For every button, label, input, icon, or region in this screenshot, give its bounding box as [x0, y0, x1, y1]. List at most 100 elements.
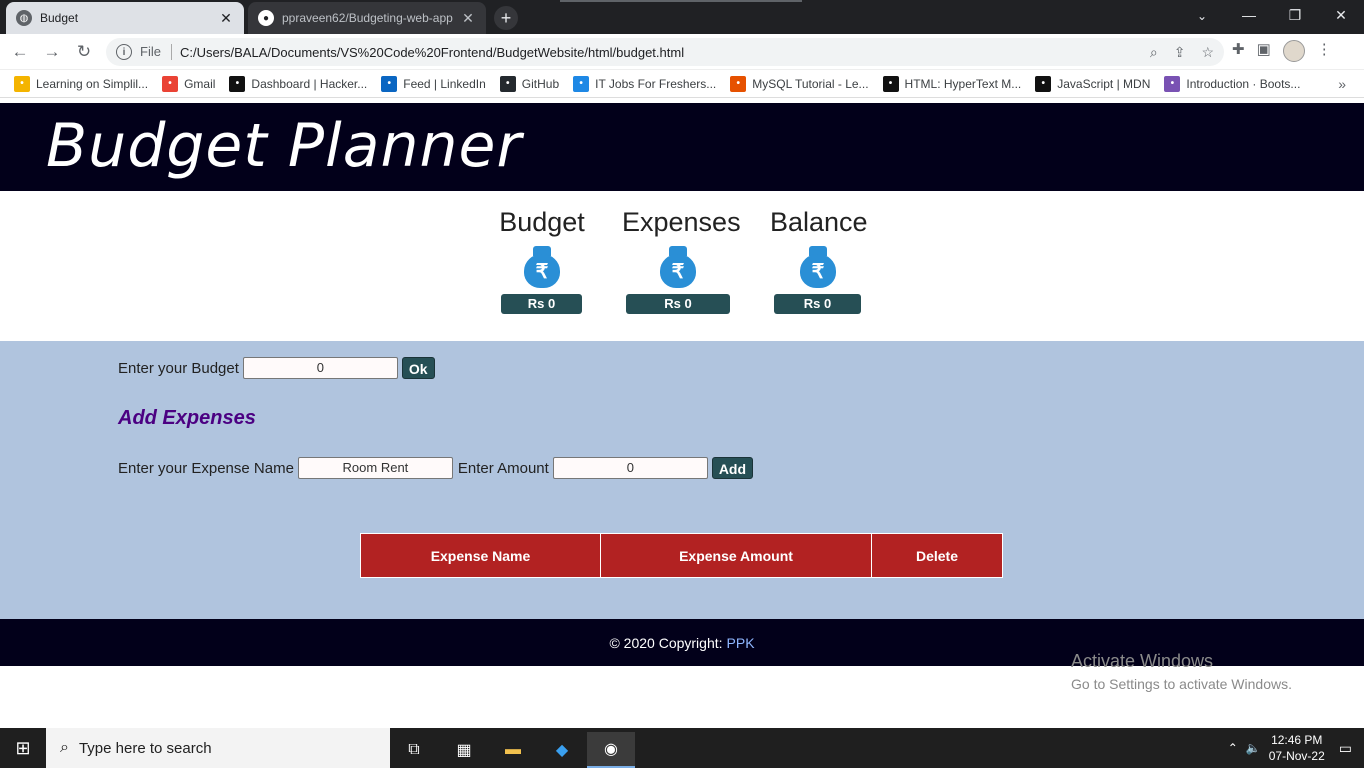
reload-button[interactable]: ↻: [72, 40, 96, 64]
tab-title: ppraveen62/Budgeting-web-app: [282, 11, 453, 25]
bookmark-item[interactable]: • Learning on Simplil...: [14, 75, 149, 92]
money-bag-icon: ₹: [800, 246, 836, 288]
menu-icon[interactable]: ⋮: [1317, 40, 1332, 62]
bookmark-item[interactable]: • JavaScript | MDN: [1035, 75, 1151, 92]
form-section: Enter your Budget 0 Ok Add Expenses Ente…: [0, 341, 1364, 619]
add-button[interactable]: Add: [711, 457, 754, 479]
vscode-icon[interactable]: ◆: [538, 732, 586, 768]
volume-icon[interactable]: 🔈: [1246, 741, 1261, 755]
jobs-icon: •: [573, 75, 590, 92]
zoom-icon[interactable]: ⌕: [1150, 44, 1158, 61]
bookmark-label: JavaScript | MDN: [1057, 76, 1151, 91]
forward-button[interactable]: →: [40, 40, 64, 64]
bookmark-item[interactable]: • GitHub: [499, 75, 559, 92]
expenses-amount: Rs 0: [626, 294, 730, 314]
taskbar-search[interactable]: ⌕ Type here to search: [46, 728, 390, 768]
clock[interactable]: 12:46 PM 07-Nov-22: [1269, 732, 1325, 764]
info-icon[interactable]: i: [116, 44, 132, 60]
summary-expenses: Expenses ₹ Rs 0: [622, 207, 741, 314]
star-icon[interactable]: ☆: [1201, 44, 1214, 61]
new-tab-button[interactable]: +: [494, 6, 518, 30]
bookmark-item[interactable]: • IT Jobs For Freshers...: [573, 75, 717, 92]
mdn-icon: •: [882, 75, 899, 92]
avatar[interactable]: [1282, 40, 1305, 62]
expense-amount-input[interactable]: 0: [552, 457, 708, 479]
notification-icon[interactable]: ▭: [1339, 740, 1352, 757]
column-header-delete: Delete: [871, 533, 1003, 578]
address-bar[interactable]: i File C:/Users/BALA/Documents/VS%20Code…: [106, 38, 1224, 66]
side-panel-icon[interactable]: ▣: [1257, 40, 1271, 62]
minimize-button[interactable]: —: [1226, 0, 1272, 30]
browser-tabstrip: ◍ Budget ✕ ● ppraveen62/Budgeting-web-ap…: [0, 0, 1364, 34]
balance-amount: Rs 0: [774, 294, 861, 314]
bookmarks-bar: • Learning on Simplil... • Gmail • Dashboard …: [0, 70, 1364, 98]
github-icon: •: [499, 75, 516, 92]
taskbar-search-placeholder: Type here to search: [78, 739, 212, 757]
loading-indicator: [560, 0, 802, 2]
system-tray: ⌃ 🔈 12:46 PM 07-Nov-22 ▭: [1228, 728, 1364, 768]
chevron-down-icon[interactable]: ⌄: [1190, 6, 1214, 26]
file-explorer-icon[interactable]: ▬: [489, 732, 537, 768]
bookmark-label: IT Jobs For Freshers...: [595, 76, 717, 91]
bookmark-label: Learning on Simplil...: [36, 76, 149, 91]
mdn-icon: •: [1035, 75, 1052, 92]
budget-input[interactable]: 0: [242, 357, 398, 379]
expense-name-input[interactable]: Room Rent: [297, 457, 453, 479]
url-text[interactable]: C:/Users/BALA/Documents/VS%20Code%20Fron…: [180, 45, 1150, 60]
budget-label: Enter your Budget: [118, 359, 239, 377]
search-icon: ⌕: [60, 739, 69, 756]
header-banner: Budget Planner: [0, 103, 1364, 191]
bootstrap-icon: •: [1164, 75, 1181, 92]
bookmark-item[interactable]: • Feed | LinkedIn: [381, 75, 486, 92]
globe-icon: ◍: [16, 10, 32, 26]
hackerrank-icon: •: [229, 75, 246, 92]
page-title: Budget Planner: [46, 111, 523, 181]
bookmark-item[interactable]: • HTML: HyperText M...: [882, 75, 1022, 92]
chrome-icon[interactable]: ◉: [587, 732, 635, 768]
bookmark-item[interactable]: • Gmail: [162, 75, 216, 92]
watermark-title: Activate Windows: [1071, 651, 1214, 671]
close-icon[interactable]: ✕: [460, 10, 476, 27]
bookmark-item[interactable]: • MySQL Tutorial - Le...: [730, 75, 869, 92]
extensions-icon[interactable]: ✚: [1232, 40, 1245, 62]
windows-start-icon[interactable]: ⊞: [0, 728, 46, 768]
close-window-button[interactable]: ✕: [1318, 0, 1364, 30]
copyright-text: © 2020 Copyright:: [609, 634, 723, 651]
watermark-subtitle: Go to Settings to activate Windows.: [1071, 676, 1292, 692]
share-icon[interactable]: ⇪: [1174, 44, 1186, 61]
tab-budget[interactable]: ◍ Budget ✕: [6, 2, 244, 34]
tab-title: Budget: [40, 11, 79, 25]
browser-toolbar: ← → ↻ i File C:/Users/BALA/Documents/VS%…: [0, 34, 1364, 70]
bookmark-item[interactable]: • Introduction · Boots...: [1164, 75, 1301, 92]
money-bag-icon: ₹: [660, 246, 696, 288]
expense-table: Expense Name Expense Amount Delete: [360, 533, 1003, 578]
ok-button[interactable]: Ok: [401, 357, 435, 379]
column-header-expense-name: Expense Name: [360, 533, 601, 578]
table-header-row: Expense Name Expense Amount Delete: [360, 533, 1003, 578]
bookmark-label: HTML: HyperText M...: [904, 76, 1022, 91]
budget-amount: Rs 0: [501, 294, 582, 314]
expense-form: Enter your Expense Name Room Rent Enter …: [118, 457, 754, 479]
chevron-up-icon[interactable]: ⌃: [1228, 741, 1238, 755]
linkedin-icon: •: [381, 75, 398, 92]
column-header-expense-amount: Expense Amount: [600, 533, 872, 578]
bookmark-label: Feed | LinkedIn: [403, 76, 486, 91]
window-controls: — ❐ ✕: [1226, 0, 1364, 30]
simplilearn-icon: •: [14, 75, 30, 92]
task-view-icon[interactable]: ⧉: [390, 732, 438, 768]
footer-link[interactable]: PPK: [727, 635, 755, 651]
tab-github[interactable]: ● ppraveen62/Budgeting-web-app ✕: [248, 2, 486, 34]
bookmark-item[interactable]: • Dashboard | Hacker...: [229, 75, 367, 92]
restore-button[interactable]: ❐: [1272, 0, 1318, 30]
summary-label: Budget: [499, 207, 585, 237]
back-button[interactable]: ←: [8, 40, 32, 64]
bookmark-label: Gmail: [184, 76, 216, 91]
bookmark-label: MySQL Tutorial - Le...: [752, 76, 869, 91]
money-bag-icon: ₹: [524, 246, 560, 288]
summary-label: Balance: [770, 207, 868, 237]
chevron-right-icon[interactable]: »: [1338, 76, 1346, 92]
summary-budget: Budget ₹ Rs 0: [497, 207, 587, 314]
calculator-icon[interactable]: ▦: [440, 732, 488, 768]
bookmark-label: Introduction · Boots...: [1186, 76, 1301, 91]
close-icon[interactable]: ✕: [218, 10, 234, 27]
